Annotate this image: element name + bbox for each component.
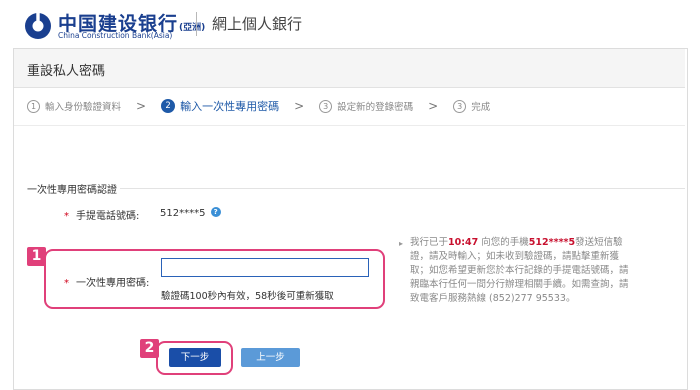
- step-4-number: 3: [453, 99, 467, 113]
- required-mark: *: [64, 278, 69, 289]
- sent-phone: 512****5: [528, 237, 576, 248]
- otp-label: * 一次性專用密碼:: [64, 278, 150, 289]
- step-1-label: 輸入身份驗證資料: [45, 102, 122, 113]
- step-4-label: 完成: [471, 102, 491, 113]
- steps-divider: [14, 125, 685, 126]
- brand-suffix: (亞洲): [179, 23, 206, 33]
- step-2-label: 輸入一次性專用密碼: [180, 100, 280, 113]
- step-2: 2 輸入一次性專用密碼: [161, 98, 279, 114]
- bullet-arrow-icon: ▸: [399, 239, 404, 248]
- step-separator: >: [294, 99, 305, 113]
- page-title: 重設私人密碼: [27, 64, 106, 79]
- step-3-number: 3: [319, 99, 333, 113]
- section-divider: [120, 188, 685, 189]
- step-1-number: 1: [27, 99, 40, 113]
- section-title: 一次性專用密碼認證: [27, 185, 117, 196]
- required-mark: *: [64, 211, 69, 222]
- otp-hint: 驗證碼100秒內有效，58秒後可重新獲取: [161, 291, 334, 302]
- highlight-tag-2: 2: [140, 339, 159, 358]
- step-3: 3 設定新的登錄密碼: [319, 99, 413, 113]
- ccb-logo-icon: [25, 12, 51, 39]
- question-icon[interactable]: ?: [210, 207, 221, 217]
- step-2-number: 2: [161, 99, 176, 113]
- step-separator: >: [428, 99, 439, 113]
- side-note: ▸ 我行已于10:47 向您的手機512****5發送短信驗證，請及時輸入；如未…: [399, 237, 629, 304]
- brand-name-english: China Construction Bank(Asia): [58, 31, 173, 40]
- header-title: 網上個人銀行: [212, 15, 303, 33]
- phone-value: 512****5 ?: [160, 207, 221, 219]
- step-3-label: 設定新的登錄密碼: [337, 102, 414, 113]
- otp-input[interactable]: [161, 258, 369, 277]
- highlight-tag-1: 1: [27, 247, 46, 266]
- phone-label: * 手提電話號碼:: [64, 211, 140, 222]
- header-divider: [196, 12, 197, 36]
- next-button[interactable]: 下一步: [169, 348, 221, 367]
- step-4: 3 完成: [453, 99, 490, 113]
- step-1: 1 輸入身份驗證資料: [27, 99, 121, 113]
- card-header: [14, 49, 685, 88]
- step-indicator: 1 輸入身份驗證資料 > 2 輸入一次性專用密碼 > 3 設定新的登錄密碼 > …: [27, 97, 490, 115]
- step-separator: >: [136, 99, 147, 113]
- sent-time: 10:47: [448, 237, 479, 248]
- prev-button[interactable]: 上一步: [241, 348, 300, 367]
